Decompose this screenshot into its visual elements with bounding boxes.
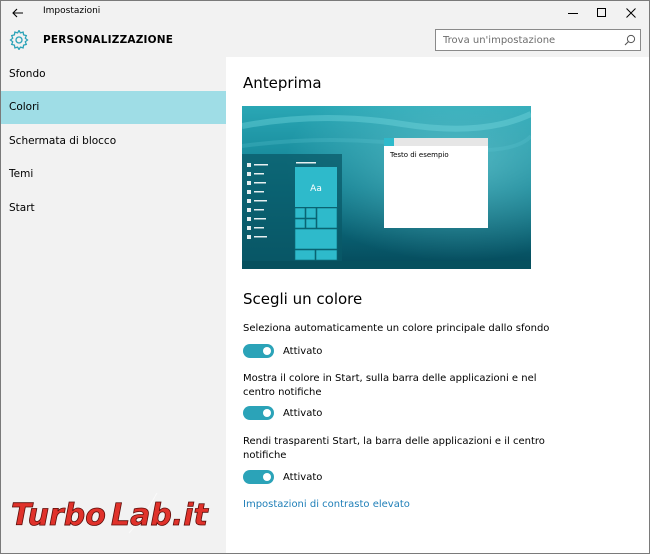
watermark-text-b: Lab.it [111, 498, 210, 533]
maximize-button[interactable] [587, 1, 616, 25]
high-contrast-link[interactable]: Impostazioni di contrasto elevato [243, 499, 410, 510]
show-color-toggle[interactable] [243, 406, 274, 420]
auto-color-toggle-row: Attivato [243, 344, 322, 358]
window-title: Impostazioni [43, 6, 101, 16]
color-heading: Scegli un colore [243, 290, 363, 308]
title-bar: Impostazioni [1, 1, 649, 25]
close-icon [625, 8, 636, 18]
back-arrow-icon [12, 8, 23, 18]
show-color-label: Mostra il colore in Start, sulla barra d… [243, 373, 537, 398]
maximize-icon [596, 8, 606, 17]
sidebar-item-colori[interactable]: Colori [1, 91, 226, 124]
auto-color-label: Seleziona automaticamente un colore prin… [243, 323, 550, 334]
toggle-knob [263, 347, 271, 355]
sidebar-item-temi[interactable]: Temi [1, 158, 226, 191]
auto-color-state: Attivato [283, 345, 323, 357]
sidebar: Sfondo Colori Schermata di blocco Temi S… [1, 57, 226, 553]
gear-icon [9, 30, 29, 50]
preview-window-text: Testo di esempio [389, 151, 449, 159]
transparency-toggle-row: Attivato [243, 470, 322, 484]
search-input[interactable] [436, 30, 616, 50]
toggle-knob [263, 409, 271, 417]
transparency-toggle[interactable] [243, 470, 274, 484]
show-color-toggle-row: Attivato [243, 406, 322, 420]
settings-header: PERSONALIZZAZIONE [1, 25, 649, 57]
color-preview: Aa Testo di esempio [242, 106, 531, 269]
sidebar-item-schermata-di-blocco[interactable]: Schermata di blocco [1, 125, 226, 158]
search-icon[interactable] [624, 34, 636, 46]
main-content: Anteprima Aa Testo di esempio Scegli un … [226, 57, 649, 553]
toggle-knob [263, 473, 271, 481]
preview-image: Aa Testo di esempio [242, 106, 531, 269]
section-title: PERSONALIZZAZIONE [43, 34, 174, 46]
close-button[interactable] [616, 1, 645, 25]
minimize-icon [567, 13, 578, 14]
auto-color-toggle[interactable] [243, 344, 274, 358]
turbolab-watermark: Turbo Lab.it [11, 492, 210, 533]
search-box[interactable] [435, 29, 641, 51]
sidebar-item-sfondo[interactable]: Sfondo [1, 58, 226, 91]
show-color-state: Attivato [283, 407, 323, 419]
transparency-state: Attivato [283, 471, 323, 483]
sidebar-item-start[interactable]: Start [1, 192, 226, 225]
back-button[interactable] [1, 1, 35, 25]
settings-window: Impostazioni PERSONALIZZAZIONE Trova un'… [0, 0, 650, 554]
minimize-button[interactable] [558, 1, 587, 25]
transparency-label: Rendi trasparenti Start, la barra delle … [243, 436, 545, 461]
preview-heading: Anteprima [243, 74, 322, 92]
watermark-text-a: Turbo [11, 498, 106, 533]
preview-tile-text: Aa [310, 184, 322, 194]
